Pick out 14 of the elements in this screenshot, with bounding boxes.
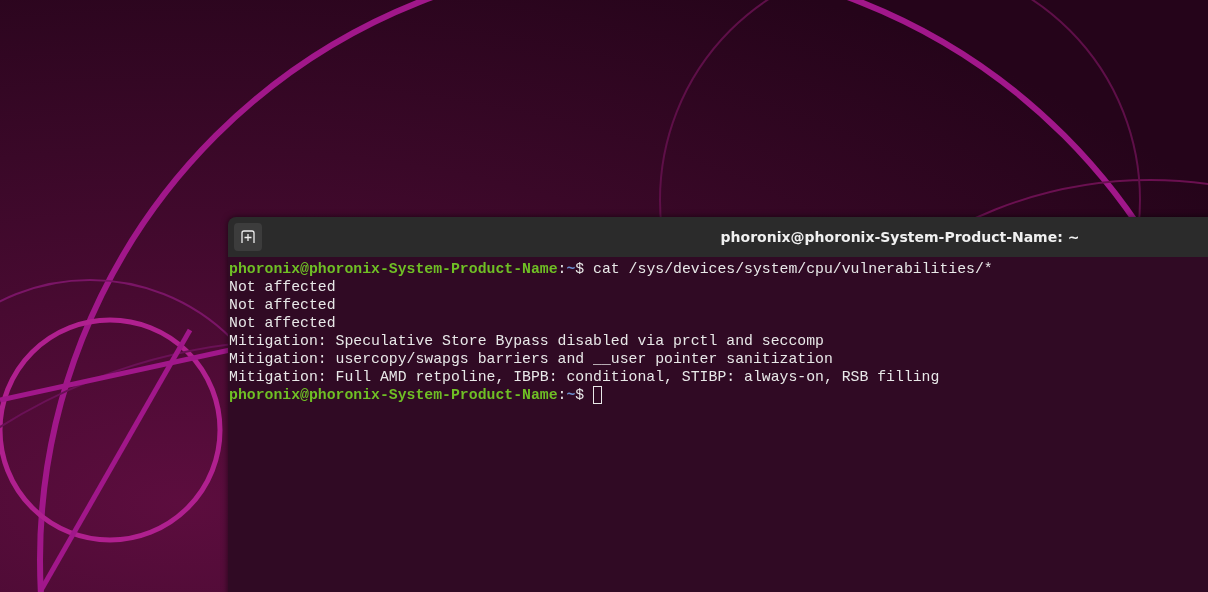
prompt-user-host: phoronix@phoronix-System-Product-Name: [229, 386, 558, 404]
command-text: cat /sys/devices/system/cpu/vulnerabilities/*: [592, 260, 993, 278]
new-tab-icon: [241, 230, 255, 244]
output-line: Not affected: [229, 296, 336, 314]
window-title: phoronix@phoronix-System-Product-Name: ~: [720, 228, 1080, 245]
prompt-path: :~$: [557, 386, 585, 404]
output-line: Mitigation: Full AMD retpoline, IBPB: conditional, STIBP: always-on, RSB filling: [229, 368, 940, 386]
output-line: Mitigation: usercopy/swapgs barriers and __user pointer sanitization: [229, 350, 833, 368]
output-line: Not affected: [229, 278, 336, 296]
new-tab-button[interactable]: [234, 223, 262, 251]
output-line: Mitigation: Speculative Store Bypass disabled via prctl and seccomp: [229, 332, 824, 350]
prompt-path: :~$: [557, 260, 585, 278]
output-line: Not affected: [229, 314, 336, 332]
prompt-user-host: phoronix@phoronix-System-Product-Name: [229, 260, 558, 278]
